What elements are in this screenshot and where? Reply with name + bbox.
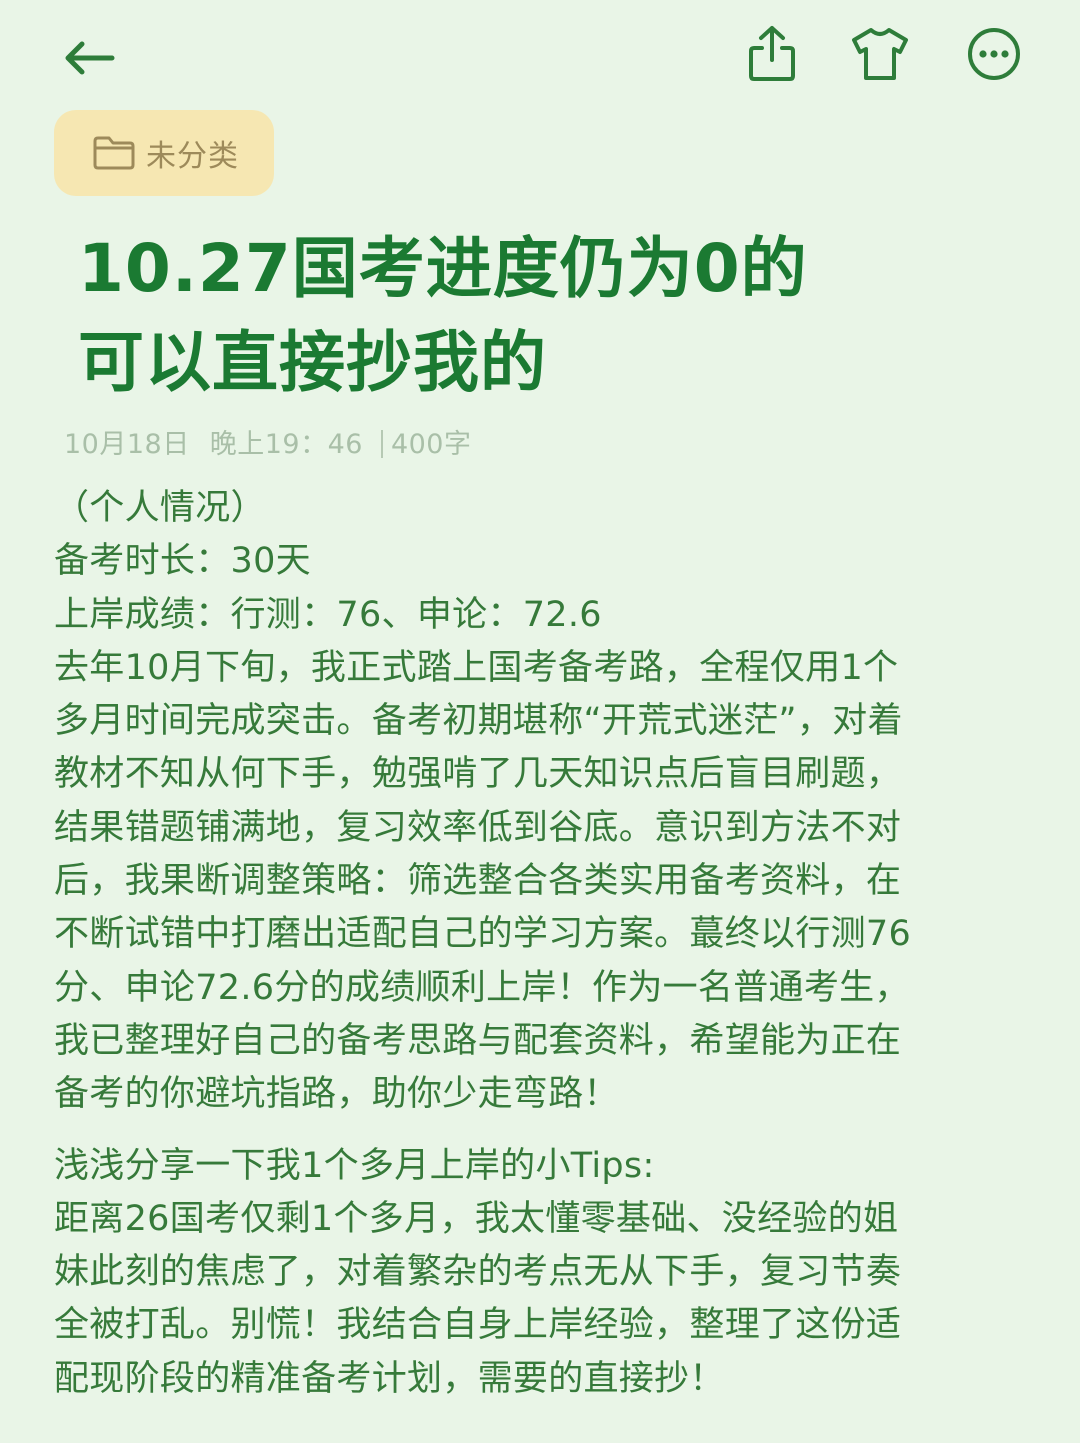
more-button[interactable] — [964, 24, 1024, 84]
meta-divider — [380, 430, 383, 458]
note-body[interactable]: （个人情况） 备考时长：30天 上岸成绩：行测：76、申论：72.6 去年10月… — [54, 482, 1044, 1406]
body-line: 备考时长：30天 — [54, 541, 311, 582]
body-line: 结果错题铺满地，复习效率低到谷底。意识到方法不对 — [54, 807, 902, 848]
body-line: （个人情况） — [54, 488, 266, 528]
body-line: 我已整理好自己的备考思路与配套资料，希望能为正在 — [54, 1020, 902, 1061]
more-dots-icon — [968, 28, 1020, 80]
back-button[interactable] — [56, 30, 120, 86]
body-line: 教材不知从何下手，勉强啃了几天知识点后盲目刷题， — [54, 754, 902, 795]
arrow-left-icon — [65, 41, 115, 75]
note-paragraph-1: （个人情况） 备考时长：30天 上岸成绩：行测：76、申论：72.6 去年10月… — [54, 482, 1044, 1122]
body-line: 多月时间完成突击。备考初期堪称“开荒式迷茫”，对着 — [54, 701, 903, 742]
body-line: 浅浅分享一下我1个多月上岸的小Tips: — [54, 1145, 655, 1186]
tshirt-icon — [852, 28, 908, 80]
body-line: 去年10月下旬，我正式踏上国考备考路，全程仅用1个 — [54, 647, 899, 688]
note-title[interactable]: 10.27国考进度仍为0的 可以直接抄我的 — [78, 222, 978, 410]
note-title-line-2: 可以直接抄我的 — [78, 324, 547, 401]
body-line: 妹此刻的焦虑了，对着繁杂的考点无从下手，复习节奏 — [54, 1252, 902, 1293]
top-bar — [0, 0, 1080, 110]
body-line: 距离26国考仅剩1个多月，我太懂零基础、没经验的姐 — [54, 1198, 899, 1239]
note-paragraph-2: 浅浅分享一下我1个多月上岸的小Tips: 距离26国考仅剩1个多月，我太懂零基础… — [54, 1140, 1044, 1406]
body-line: 备考的你避坑指路，助你少走弯路！ — [54, 1074, 619, 1115]
body-line: 上岸成绩：行测：76、申论：72.6 — [54, 594, 602, 635]
note-time: 晚上19：46 — [209, 429, 363, 460]
body-line: 后，我果断调整策略：筛选整合各类实用备考资料，在 — [54, 861, 902, 902]
theme-button[interactable] — [848, 24, 912, 84]
category-label: 未分类 — [146, 139, 239, 174]
folder-icon — [93, 136, 135, 170]
note-date: 10月18日 — [64, 429, 190, 460]
note-title-line-1: 10.27国考进度仍为0的 — [78, 230, 808, 307]
body-line: 不断试错中打磨出适配自己的学习方案。蕞终以行测76 — [54, 914, 912, 955]
body-line: 分、申论72.6分的成绩顺利上岸！作为一名普通考生， — [54, 967, 910, 1008]
share-button[interactable] — [742, 22, 802, 86]
category-chip[interactable]: 未分类 — [54, 110, 274, 196]
body-line: 全被打乱。别慌！我结合自身上岸经验，整理了这份适 — [54, 1305, 902, 1346]
note-word-count: 400字 — [390, 429, 472, 460]
note-meta: 10月18日 晚上19：46 400字 — [64, 422, 471, 461]
body-line: 配现阶段的精准备考计划，需要的直接抄！ — [54, 1358, 725, 1399]
share-icon — [749, 26, 795, 81]
